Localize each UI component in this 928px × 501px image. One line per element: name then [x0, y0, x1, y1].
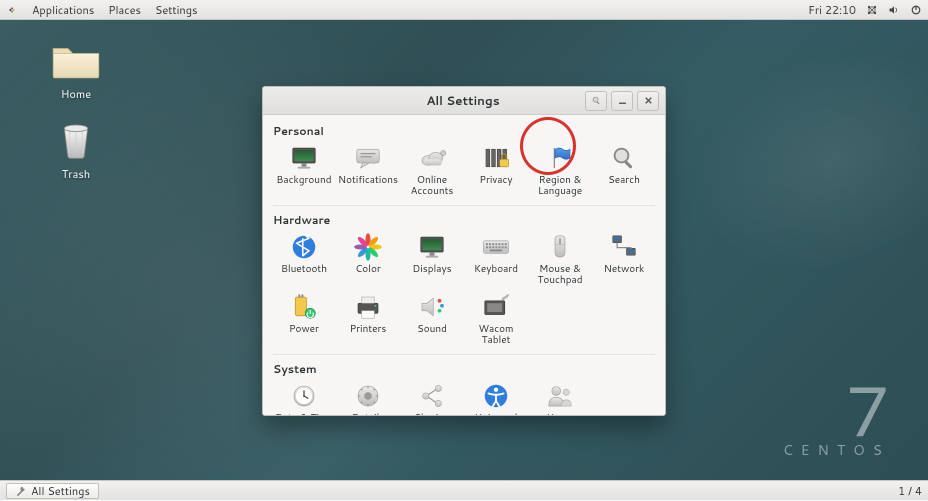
settings-item-universal-access[interactable]: Universal Access — [465, 379, 527, 415]
settings-item-sound[interactable]: Sound — [401, 290, 463, 348]
settings-item-background[interactable]: Background — [273, 141, 335, 199]
network-icon — [609, 232, 639, 262]
sound-icon — [417, 292, 447, 322]
details-icon — [353, 381, 383, 411]
volume-tray-icon[interactable] — [888, 4, 900, 16]
panel-clock[interactable]: Fri 22:10 — [808, 2, 856, 18]
color-icon — [353, 232, 383, 262]
settings-item-search[interactable]: Search — [593, 141, 655, 199]
settings-item-details[interactable]: Details — [337, 379, 399, 415]
power-tray-icon[interactable] — [910, 4, 922, 16]
desktop-icon-trash[interactable]: Trash — [36, 118, 116, 182]
desktop-wallpaper: 7 CENTOS Home Trash All Settings Persona… — [0, 0, 928, 500]
flag-icon — [545, 143, 575, 173]
printers-icon — [353, 292, 383, 322]
background-icon — [289, 143, 319, 173]
window-title: All Settings — [269, 92, 581, 109]
desktop-icon-home[interactable]: Home — [36, 38, 116, 102]
settings-item-wacom[interactable]: Wacom Tablet — [465, 290, 527, 348]
settings-window: All Settings Personal Background Notific… — [262, 86, 666, 416]
centos-logo-icon — [6, 4, 18, 16]
settings-item-online-accounts[interactable]: Online Accounts — [401, 141, 463, 199]
trash-icon — [50, 118, 102, 162]
menu-places[interactable]: Places — [108, 2, 141, 18]
top-panel: Applications Places Settings Fri 22:10 — [0, 0, 928, 20]
tablet-icon — [481, 292, 511, 322]
section-head-system: System — [273, 357, 655, 379]
clock-icon — [289, 381, 319, 411]
settings-item-mouse-touchpad[interactable]: Mouse & Touchpad — [529, 230, 591, 288]
desktop-icon-label: Home — [36, 86, 116, 102]
settings-item-printers[interactable]: Printers — [337, 290, 399, 348]
mouse-icon — [545, 232, 575, 262]
settings-item-sharing[interactable]: Sharing — [401, 379, 463, 415]
power-icon — [289, 292, 319, 322]
settings-item-privacy[interactable]: Privacy — [465, 141, 527, 199]
notifications-icon — [353, 143, 383, 173]
keyboard-icon — [481, 232, 511, 262]
privacy-icon — [481, 143, 511, 173]
minimize-button[interactable] — [611, 91, 633, 111]
online-accounts-icon — [417, 143, 447, 173]
accessibility-icon — [481, 381, 511, 411]
bluetooth-icon — [289, 232, 319, 262]
settings-item-region-language[interactable]: Region & Language — [529, 141, 591, 199]
settings-item-color[interactable]: Color — [337, 230, 399, 288]
close-button[interactable] — [637, 91, 659, 111]
settings-item-users[interactable]: Users — [529, 379, 591, 415]
users-icon — [545, 381, 575, 411]
section-head-hardware: Hardware — [273, 208, 655, 230]
settings-body: Personal Background Notifications Online… — [263, 115, 665, 415]
displays-icon — [417, 232, 447, 262]
search-icon — [609, 143, 639, 173]
workspace-indicator[interactable]: 1 / 4 — [898, 483, 922, 499]
settings-item-notifications[interactable]: Notifications — [337, 141, 399, 199]
taskbar-button-all-settings[interactable]: All Settings — [6, 483, 99, 499]
sharing-icon — [417, 381, 447, 411]
settings-item-date-time[interactable]: Date & Time — [273, 379, 335, 415]
settings-item-power[interactable]: Power — [273, 290, 335, 348]
settings-item-network[interactable]: Network — [593, 230, 655, 288]
settings-item-displays[interactable]: Displays — [401, 230, 463, 288]
section-head-personal: Personal — [273, 119, 655, 141]
settings-item-keyboard[interactable]: Keyboard — [465, 230, 527, 288]
window-titlebar[interactable]: All Settings — [263, 87, 665, 115]
menu-applications[interactable]: Applications — [32, 2, 94, 18]
menu-settings[interactable]: Settings — [155, 2, 197, 18]
wrench-icon — [15, 485, 27, 497]
bottom-panel: All Settings 1 / 4 — [0, 480, 928, 500]
taskbar-button-label: All Settings — [31, 483, 90, 499]
network-tray-icon[interactable] — [866, 4, 878, 16]
centos-brand: 7 CENTOS — [783, 385, 890, 460]
settings-item-bluetooth[interactable]: Bluetooth — [273, 230, 335, 288]
search-button[interactable] — [585, 91, 607, 111]
desktop-icon-label: Trash — [36, 166, 116, 182]
folder-icon — [50, 38, 102, 82]
